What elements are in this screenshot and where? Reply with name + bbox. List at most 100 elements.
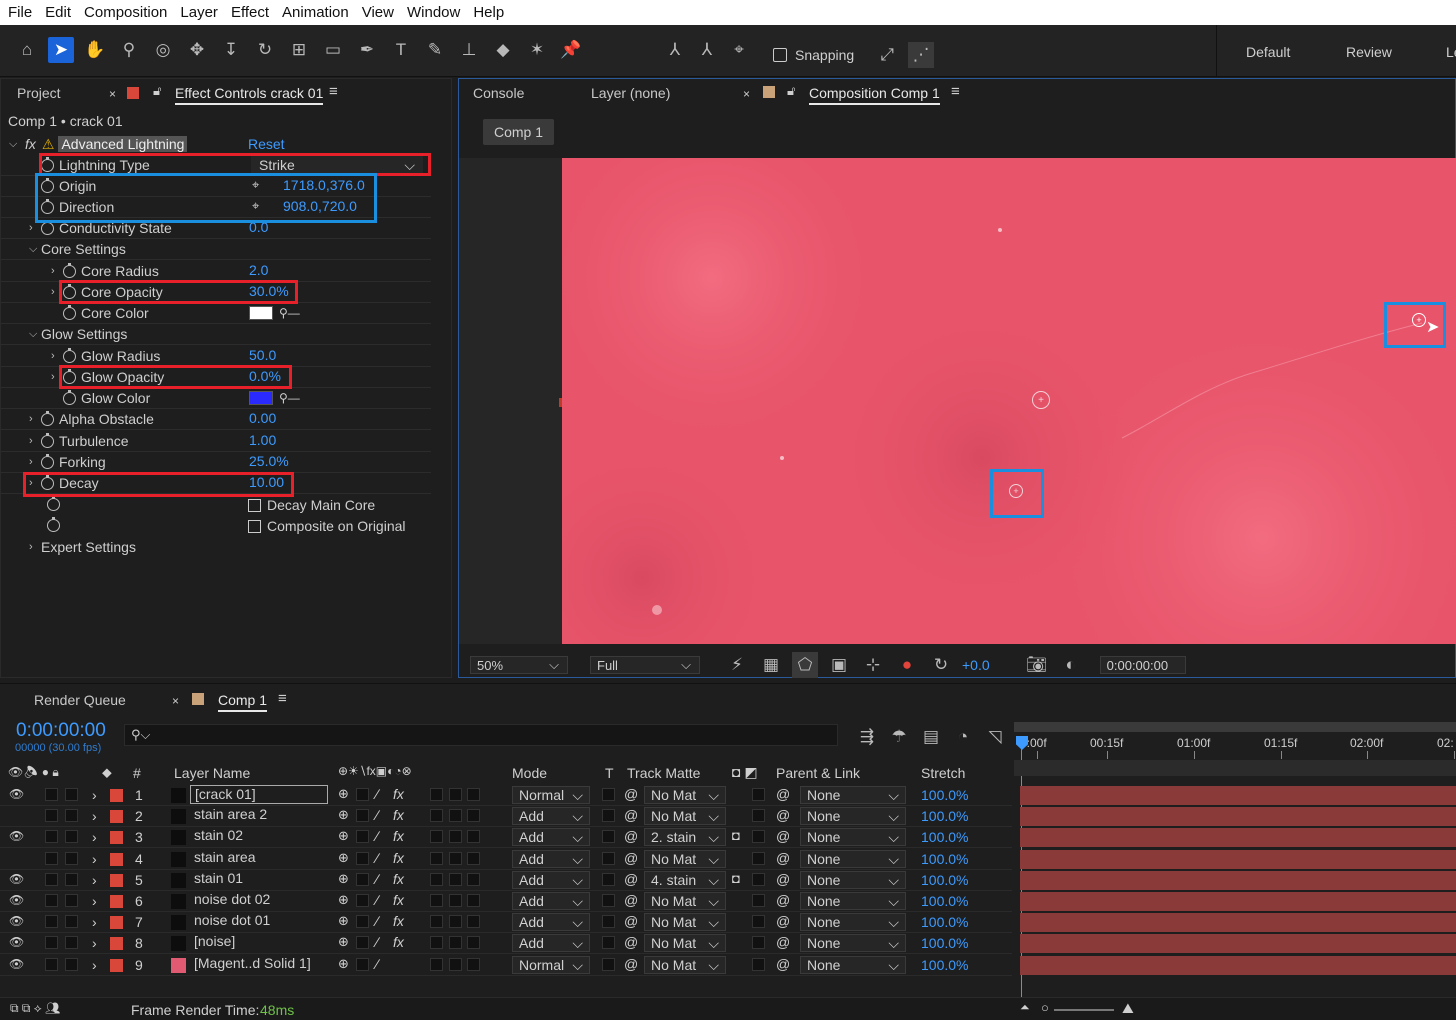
chevron-right-icon[interactable]: › [29, 413, 41, 425]
prop-value[interactable]: 25.0% [249, 453, 289, 469]
3d-switch[interactable] [467, 809, 480, 823]
chevron-right-icon[interactable]: › [92, 893, 97, 909]
solo-switch[interactable] [45, 809, 58, 823]
parent-dropdown[interactable]: None ⌵ [800, 870, 906, 889]
shy-switch-icon[interactable]: ⊕ [338, 956, 349, 972]
solo-switch[interactable] [45, 915, 58, 929]
composite-original-checkbox[interactable] [248, 519, 261, 533]
solo-switch[interactable] [45, 894, 58, 907]
brush-tool-icon[interactable]: ✎ [422, 37, 448, 63]
prop-core-radius[interactable]: › Core Radius [51, 261, 159, 281]
preserve-transparency[interactable] [602, 809, 615, 823]
pickwhip-icon[interactable]: @ [624, 956, 638, 972]
stopwatch-icon[interactable] [63, 389, 76, 405]
chevron-right-icon[interactable]: › [51, 265, 63, 277]
prop-core-color[interactable]: Core Color [51, 303, 149, 323]
motion-blur-switch[interactable] [430, 894, 443, 907]
3d-switch[interactable] [467, 872, 480, 886]
matte-invert[interactable] [752, 809, 765, 823]
transparency-grid-icon[interactable]: ▦ [758, 652, 784, 678]
mask-path-icon[interactable]: ⬠ [792, 652, 818, 678]
pickwhip-icon[interactable]: @ [624, 892, 638, 908]
solo-switch[interactable] [45, 851, 58, 865]
parent-dropdown[interactable]: None ⌵ [800, 955, 906, 974]
parent-pickwhip-icon[interactable]: @ [776, 807, 790, 823]
collapse-switch[interactable] [356, 830, 369, 844]
tab-timeline-comp[interactable]: Comp 1 [218, 692, 268, 712]
pickwhip-icon[interactable]: @ [624, 828, 638, 844]
fx-switch-icon[interactable]: fx [393, 934, 404, 950]
chevron-right-icon[interactable]: › [92, 808, 97, 824]
parent-dropdown[interactable]: None ⌵ [800, 786, 906, 804]
adjustment-switch[interactable] [449, 936, 462, 950]
chevron-right-icon[interactable]: › [92, 829, 97, 845]
exposure-value[interactable]: +0.0 [962, 657, 990, 673]
eye-icon[interactable]: 👁︎ [9, 829, 24, 843]
motion-blur-switch[interactable] [430, 851, 443, 865]
mode-dropdown[interactable]: Add ⌵ [512, 934, 590, 953]
track-matte-dropdown[interactable]: 4. stain ⌵ [644, 870, 726, 889]
layer-name[interactable]: [noise] [190, 933, 328, 952]
layer-duration-bar[interactable] [1020, 828, 1456, 848]
menu-file[interactable]: File [8, 4, 32, 21]
solo-switch[interactable] [45, 872, 58, 886]
motion-blur-switch[interactable] [430, 788, 443, 801]
prop-value[interactable]: 2.0 [249, 262, 268, 278]
chevron-right-icon[interactable]: › [92, 914, 97, 930]
composition-canvas[interactable]: + + ➤ + [562, 158, 1456, 644]
shy-switch-icon[interactable]: ⊕ [338, 850, 349, 866]
layer-row[interactable]: › 4 stain area ⊕ ∕ fx Add ⌵ @ No Mat ⌵ @ None ⌵ 100.0% [0, 849, 1012, 870]
hand-tool-icon[interactable]: ✋ [82, 37, 108, 63]
layer-name[interactable]: [Magent..d Solid 1] [190, 955, 328, 974]
eye-icon[interactable]: 👁︎ [9, 872, 24, 886]
tab-effect-controls[interactable]: Effect Controls crack 01 [175, 85, 324, 105]
collapse-switch[interactable] [356, 788, 369, 801]
parent-dropdown[interactable]: None ⌵ [800, 913, 906, 932]
3d-switch[interactable] [467, 830, 480, 844]
eye-icon[interactable]: 👁︎ [9, 914, 24, 928]
lock-switch[interactable] [65, 872, 78, 886]
comp-flowchart-icon[interactable]: ⇶ [854, 724, 880, 750]
pickwhip-icon[interactable]: @ [624, 934, 638, 950]
shy-switch-icon[interactable]: ⊕ [338, 786, 349, 802]
roto-brush-icon[interactable]: ✶ [524, 37, 550, 63]
comp-navigator-chip[interactable]: Comp 1 [483, 119, 555, 145]
prop-glow-color[interactable]: Glow Color [51, 388, 150, 408]
eyedropper-icon[interactable]: ⚲— [279, 306, 300, 320]
layer-name[interactable]: stain area 2 [190, 806, 328, 825]
effect-center-crosshair-icon[interactable]: + [1032, 391, 1050, 409]
collapse-switch[interactable] [356, 851, 369, 865]
chevron-down-icon[interactable]: ⌵ [29, 243, 41, 256]
chevron-right-icon[interactable]: › [29, 222, 41, 234]
chevron-right-icon[interactable]: › [92, 957, 97, 973]
prop-core-settings[interactable]: ⌵ Core Settings [29, 239, 126, 259]
layer-row[interactable]: 👁︎ › 5 stain 01 ⊕ ∕ fx Add ⌵ @4. stain ⌵ ◘ @ None ⌵ 100… [0, 870, 1012, 891]
tab-composition[interactable]: Composition Comp 1 [809, 85, 940, 105]
zoom-dropdown[interactable]: 50% ⌵ [470, 656, 568, 674]
preserve-transparency[interactable] [602, 788, 615, 801]
3d-switch[interactable] [467, 915, 480, 929]
eye-icon[interactable]: 👁︎ [9, 787, 24, 801]
shy-switch-icon[interactable]: ⊕ [338, 934, 349, 950]
fast-preview-icon[interactable]: ⚡ [724, 652, 750, 678]
solo-switch[interactable] [45, 788, 58, 801]
label-color[interactable] [110, 789, 123, 802]
label-color[interactable] [110, 916, 123, 930]
prop-value[interactable]: 0.00 [249, 410, 276, 426]
parent-dropdown[interactable]: None ⌵ [800, 828, 906, 847]
fx-switch-icon[interactable]: fx [393, 807, 404, 823]
collapse-switch[interactable] [356, 957, 369, 971]
quality-switch-icon[interactable]: ∕ [376, 871, 378, 887]
stopwatch-icon[interactable] [47, 496, 60, 511]
tab-layer[interactable]: Layer (none) [591, 85, 670, 101]
shy-switch-icon[interactable]: ⊕ [338, 913, 349, 929]
parent-pickwhip-icon[interactable]: @ [776, 786, 790, 802]
motion-blur-switch[interactable] [430, 936, 443, 950]
preserve-transparency[interactable] [602, 957, 615, 971]
layer-name[interactable]: noise dot 01 [190, 912, 328, 931]
layer-name[interactable]: noise dot 02 [190, 891, 328, 910]
panel-menu-icon[interactable]: ≡ [278, 690, 287, 707]
lock-switch[interactable] [65, 957, 78, 971]
zoom-out-icon[interactable]: ⏶ [1020, 1000, 1030, 1015]
layer-search-input[interactable]: ⚲⌵ [124, 724, 838, 746]
